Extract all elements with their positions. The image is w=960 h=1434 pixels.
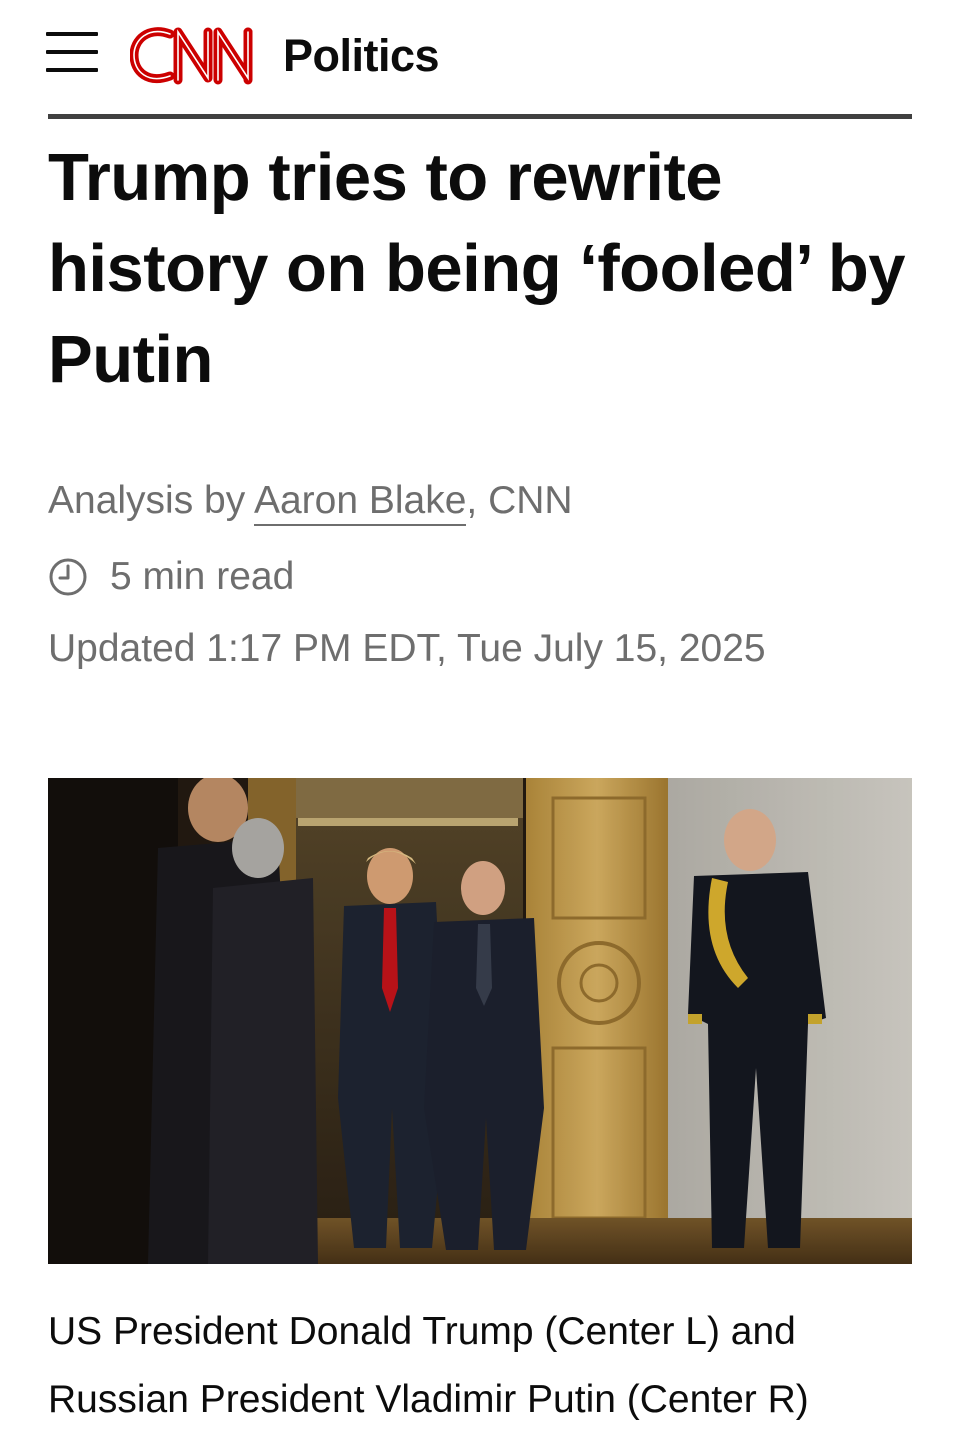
byline-prefix: Analysis by [48, 479, 254, 522]
article-photo[interactable] [48, 778, 912, 1264]
author-link[interactable]: Aaron Blake [253, 479, 467, 526]
photo-caption: US President Donald Trump (Center L) and… [48, 1310, 809, 1421]
byline-suffix: , CNN [466, 479, 573, 522]
article-headline: Trump tries to rewrite history on being … [48, 140, 906, 397]
header-divider [48, 114, 912, 119]
section-label[interactable]: Politics [283, 30, 440, 82]
hamburger-menu-icon[interactable] [44, 30, 100, 74]
updated-timestamp: Updated 1:17 PM EDT, Tue July 15, 2025 [48, 627, 766, 670]
read-time: 5 min read [48, 552, 294, 602]
byline: Analysis by Aaron Blake, CNN [48, 476, 573, 526]
clock-icon [49, 558, 87, 596]
photo-illustration [48, 778, 912, 1264]
cnn-logo[interactable] [130, 22, 272, 88]
read-time-text: 5 min read [110, 555, 295, 598]
site-header: Politics [0, 0, 960, 116]
